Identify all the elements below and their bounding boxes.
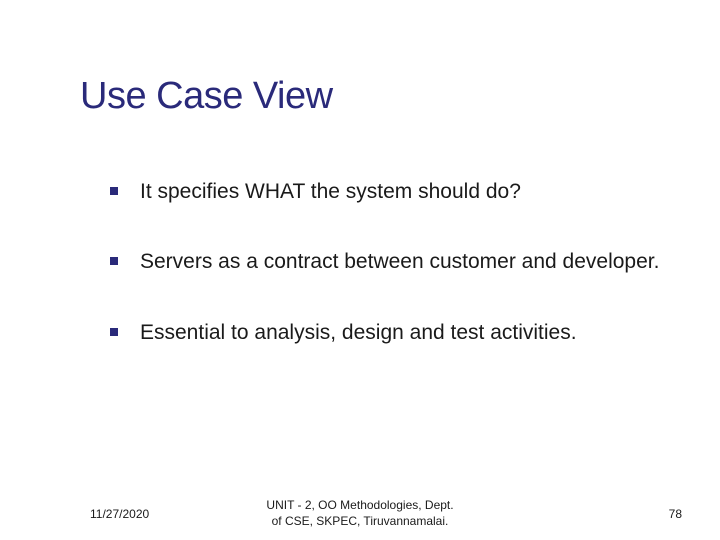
list-item: Essential to analysis, design and test a… (110, 319, 660, 347)
footer-page-number: 78 (669, 507, 682, 521)
footer-center: UNIT - 2, OO Methodologies, Dept. of CSE… (266, 498, 453, 529)
list-item: Servers as a contract between customer a… (110, 248, 660, 276)
footer-date: 11/27/2020 (90, 507, 149, 521)
slide: Use Case View It specifies WHAT the syst… (0, 0, 720, 540)
list-item: It specifies WHAT the system should do? (110, 178, 660, 206)
bullet-list: It specifies WHAT the system should do? … (80, 178, 660, 347)
slide-title: Use Case View (80, 75, 660, 118)
